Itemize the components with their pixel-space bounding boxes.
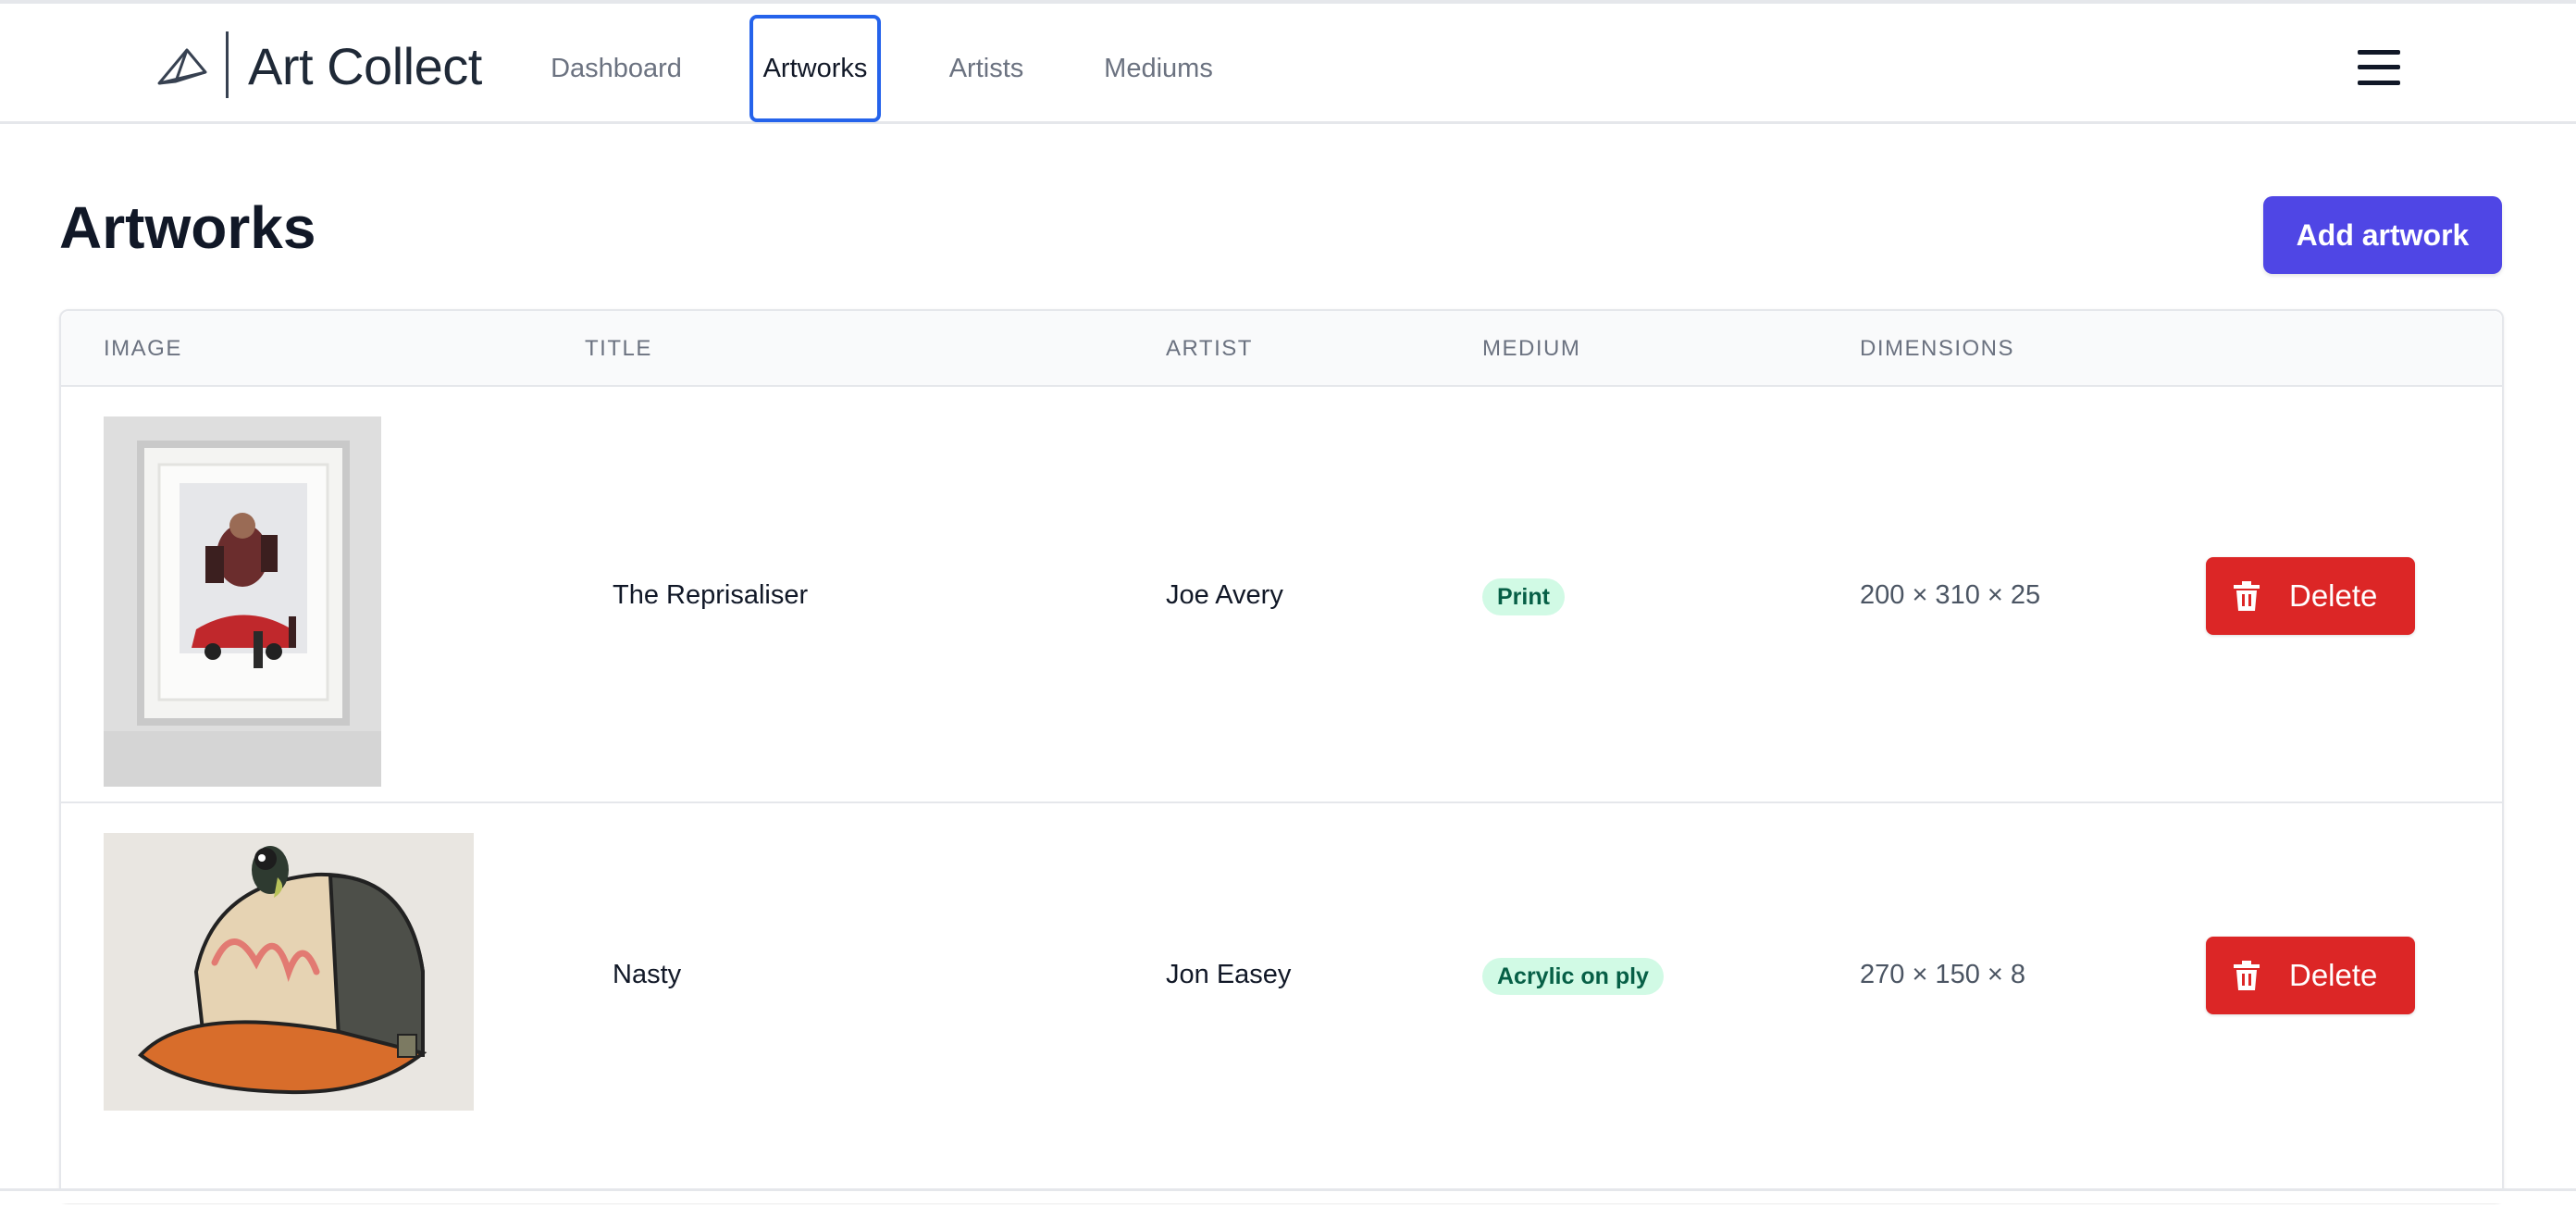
nav-artworks[interactable]: Artworks bbox=[749, 15, 881, 122]
table-row: The Reprisaliser Joe Avery Print 200 × 3… bbox=[61, 387, 2502, 803]
delete-button[interactable]: Delete bbox=[2206, 937, 2415, 1014]
add-artwork-button[interactable]: Add artwork bbox=[2263, 196, 2502, 274]
delete-label: Delete bbox=[2289, 958, 2378, 992]
delete-button[interactable]: Delete bbox=[2206, 557, 2415, 635]
prism-outline-icon bbox=[157, 48, 207, 85]
hamburger-menu-icon[interactable] bbox=[2358, 50, 2400, 85]
artworks-table: IMAGE TITLE ARTIST MEDIUM DIMENSIONS The… bbox=[59, 309, 2504, 1203]
nav-dashboard[interactable]: Dashboard bbox=[533, 15, 700, 122]
trash-icon bbox=[2234, 581, 2260, 611]
header-title: TITLE bbox=[585, 336, 652, 361]
header-image: IMAGE bbox=[104, 336, 182, 361]
artwork-title[interactable]: Nasty bbox=[613, 956, 681, 993]
window-bottom-edge bbox=[0, 1188, 2576, 1203]
framed-artwork-thumbnail[interactable] bbox=[104, 416, 381, 787]
medium-badge: Acrylic on ply bbox=[1482, 958, 1664, 995]
artwork-title[interactable]: The Reprisaliser bbox=[613, 577, 808, 614]
trash-icon bbox=[2234, 961, 2260, 990]
header-medium: MEDIUM bbox=[1482, 336, 1581, 361]
nav-artists[interactable]: Artists bbox=[931, 15, 1042, 122]
nav-mediums[interactable]: Mediums bbox=[1094, 15, 1223, 122]
table-header: IMAGE TITLE ARTIST MEDIUM DIMENSIONS bbox=[61, 311, 2502, 387]
artwork-dimensions: 200 × 310 × 25 bbox=[1860, 580, 2041, 610]
header-dimensions: DIMENSIONS bbox=[1860, 336, 2015, 361]
header-artist: ARTIST bbox=[1166, 336, 1253, 361]
app-logo-text[interactable]: Art Collect bbox=[248, 31, 482, 102]
artwork-artist: Jon Easey bbox=[1166, 960, 1292, 989]
top-navbar: Art Collect Dashboard Artworks Artists M… bbox=[0, 4, 2576, 124]
artwork-artist: Joe Avery bbox=[1166, 580, 1283, 610]
logo-divider bbox=[226, 31, 229, 98]
cap-with-bird-thumbnail[interactable] bbox=[104, 833, 474, 1111]
delete-label: Delete bbox=[2289, 578, 2378, 613]
table-row: Nasty Jon Easey Acrylic on ply 270 × 150… bbox=[61, 803, 2502, 1205]
medium-badge: Print bbox=[1482, 578, 1565, 615]
artwork-dimensions: 270 × 150 × 8 bbox=[1860, 960, 2025, 989]
page-title: Artworks bbox=[59, 194, 316, 261]
